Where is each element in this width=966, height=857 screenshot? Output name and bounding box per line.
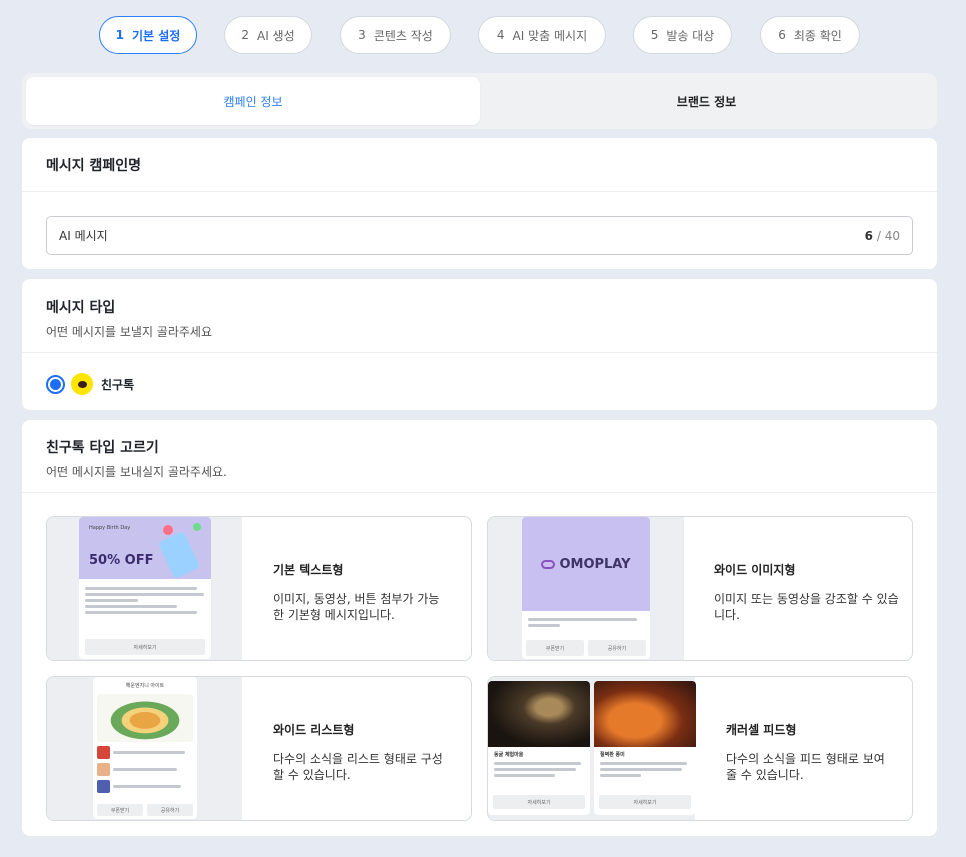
friendtalk-radio[interactable] [46,374,65,394]
list-item [97,763,193,776]
option-title: 기본 텍스트형 [273,563,344,577]
list-item [97,780,193,793]
type-option-carousel-feed[interactable]: 동굴 체험마을 자세히보기 절벽환 풍미 자세히보기 캐러셀 피드형 다수의 소… [487,676,913,821]
option-description: 이미지, 동영상, 버튼 첨부가 가능한 기본형 메시지입니다. [273,592,440,622]
card-title: 절벽환 풍미 [600,752,625,758]
preview-body-lines [522,611,650,627]
tab-campaign-info[interactable]: 캠페인 정보 [26,77,480,125]
step-label: 콘텐츠 작성 [373,28,433,43]
bubble-icon [163,525,173,535]
option-title: 와이드 리스트형 [273,723,355,737]
preview-button: 쿠폰받기 [526,640,584,656]
coupon-tag-icon [157,530,201,580]
basic-text-preview: Happy Birth Day 50% OFF 자세히보기 [79,517,211,659]
option-description: 이미지 또는 동영상을 강조할 수 있습니다. [714,592,899,622]
step-label: 최종 확인 [793,28,842,43]
step-content-write[interactable]: 3 콘텐츠 작성 [340,16,451,54]
step-number: 6 [778,28,786,42]
section-header: 메시지 타입 어떤 메시지를 보낼지 골라주세요 [22,279,937,353]
step-number: 3 [358,28,366,42]
preview-area: Happy Birth Day 50% OFF 자세히보기 [47,517,242,660]
cave-image [488,681,590,747]
option-text: 와이드 리스트형 다수의 소식을 리스트 형태로 구성할 수 있습니다. [273,721,448,783]
brand-name: OMOPLAY [559,556,631,572]
preview-body-lines [79,579,211,614]
preview-area: OMOPLAY 쿠폰받기 공유하기 [488,517,684,660]
preview-button: 쿠폰받기 [97,804,143,816]
preview-area: 동굴 체험마을 자세히보기 절벽환 풍미 자세히보기 [488,677,696,820]
kakao-chat-icon [71,373,93,395]
step-number: 2 [241,28,249,42]
preview-button: 자세히보기 [599,795,691,809]
campaign-name-value[interactable]: AI 메시지 [59,227,865,244]
section-subtitle: 어떤 메시지를 보내실지 골라주세요. [46,465,227,479]
type-option-wide-image[interactable]: OMOPLAY 쿠폰받기 공유하기 와이드 이미지형 이미지 또는 동영상을 강… [487,516,913,661]
preview-headline: 50% OFF [89,553,154,568]
step-label: AI 맞춤 메시지 [512,28,588,43]
preview-header: Happy Birth Day [89,525,131,531]
campaign-name-section: 메시지 캠페인명 AI 메시지 6 / 40 [22,138,937,269]
preview-buttons: 쿠폰받기 공유하기 [97,804,193,816]
section-subtitle: 어떤 메시지를 보낼지 골라주세요 [46,325,213,339]
food-image [97,694,193,742]
tab-brand-info[interactable]: 브랜드 정보 [480,77,933,125]
type-option-wide-list[interactable]: 해운엔지니 아이트 쿠폰받기 공유하기 와이드 리스트형 다수의 소식을 리스트… [46,676,472,821]
section-title: 메시지 타입 [46,300,116,316]
info-tabs: 캠페인 정보 브랜드 정보 [22,73,937,129]
friendtalk-label: 친구톡 [101,377,135,392]
step-label: AI 생성 [256,28,295,43]
friendtalk-option[interactable]: 친구톡 [46,373,134,395]
section-header: 친구톡 타입 고르기 어떤 메시지를 보내실지 골라주세요. [22,420,937,493]
section-title: 메시지 캠페인명 [46,157,142,174]
preview-button: 공유하기 [147,804,193,816]
option-description: 다수의 소식을 리스트 형태로 구성할 수 있습니다. [273,752,443,782]
message-type-section: 메시지 타입 어떤 메시지를 보낼지 골라주세요 친구톡 [22,279,937,410]
type-option-basic-text[interactable]: Happy Birth Day 50% OFF 자세히보기 기본 텍스트형 이미… [46,516,472,661]
campaign-name-input[interactable]: AI 메시지 6 / 40 [46,216,913,255]
brand-logo: OMOPLAY [541,556,631,572]
list-item [97,746,193,759]
step-label: 발송 대상 [666,28,715,43]
preview-area: 해운엔지니 아이트 쿠폰받기 공유하기 [47,677,242,820]
step-number: 1 [115,28,124,42]
wide-image-preview: OMOPLAY 쿠폰받기 공유하기 [522,517,650,659]
card-title: 동굴 체험마을 [494,752,524,758]
option-title: 캐러셀 피드형 [726,723,797,737]
preview-button: 자세히보기 [85,639,205,655]
bubble-icon [193,523,201,531]
preview-button: 자세히보기 [493,795,585,809]
step-basic-settings[interactable]: 1 기본 설정 [99,16,197,54]
preview-header: 해운엔지니 아이트 [125,683,165,689]
step-indicator: 1 기본 설정 2 AI 생성 3 콘텐츠 작성 4 AI 맞춤 메시지 5 발송 대상 … [0,16,966,54]
step-number: 4 [496,28,505,42]
step-label: 기본 설정 [132,28,181,43]
section-header: 메시지 캠페인명 [22,138,937,192]
option-text: 캐러셀 피드형 다수의 소식을 피드 형태로 보여줄 수 있습니다. [726,721,891,783]
char-count: 6 [864,228,874,243]
preview-banner: Happy Birth Day 50% OFF [79,517,211,580]
wide-list-preview: 해운엔지니 아이트 쿠폰받기 공유하기 [93,677,197,819]
option-text: 기본 텍스트형 이미지, 동영상, 버튼 첨부가 가능한 기본형 메시지입니다. [273,561,448,623]
friendtalk-type-section: 친구톡 타입 고르기 어떤 메시지를 보내실지 골라주세요. Happy Bir… [22,420,937,836]
logo-icon [541,559,556,569]
option-text: 와이드 이미지형 이미지 또는 동영상을 강조할 수 있습니다. [714,561,899,623]
preview-banner: OMOPLAY [522,517,650,611]
carousel-card: 동굴 체험마을 자세히보기 [488,681,590,815]
option-title: 와이드 이미지형 [714,563,796,577]
step-send-target[interactable]: 5 발송 대상 [633,16,732,54]
food-image [594,681,696,747]
preview-button: 공유하기 [588,640,646,656]
step-ai-generate[interactable]: 2 AI 생성 [224,16,312,54]
step-ai-custom-message[interactable]: 4 AI 맞춤 메시지 [478,16,606,54]
carousel-card: 절벽환 풍미 자세히보기 [594,681,696,815]
step-number: 5 [650,28,659,42]
option-description: 다수의 소식을 피드 형태로 보여줄 수 있습니다. [726,752,885,782]
step-final-confirm[interactable]: 6 최종 확인 [760,16,860,54]
char-max: / 40 [876,228,900,243]
char-counter: 6 / 40 [865,229,900,243]
preview-buttons: 쿠폰받기 공유하기 [526,640,646,656]
section-title: 친구톡 타입 고르기 [46,440,159,456]
